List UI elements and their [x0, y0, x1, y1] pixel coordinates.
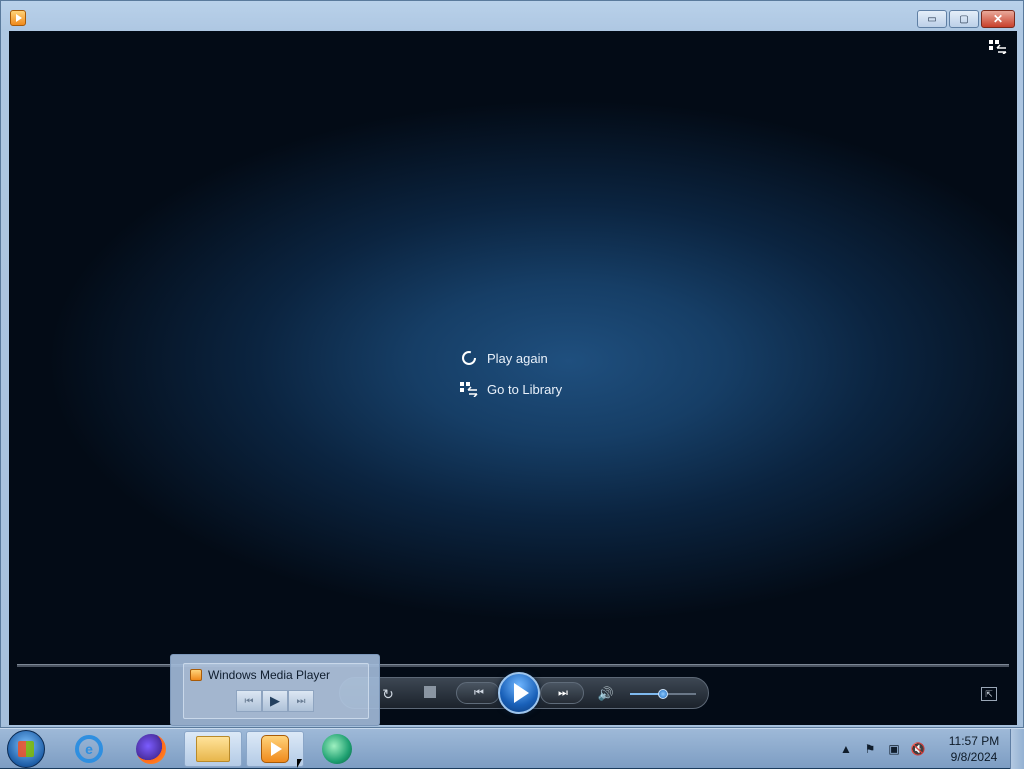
volume-thumb[interactable]	[658, 689, 668, 699]
taskbar-thumbnail-preview[interactable]: Windows Media Player ⏮ ▶ ⏭	[170, 654, 380, 726]
previous-button[interactable]: ⏮	[456, 682, 500, 704]
clock-date: 9/8/2024	[950, 750, 998, 764]
wmp-mini-icon	[190, 669, 202, 681]
volume-muted-icon[interactable]: 🔇	[910, 741, 926, 757]
repeat-button[interactable]: ↻	[378, 684, 398, 704]
stop-button[interactable]	[424, 686, 436, 698]
show-desktop-button[interactable]	[1010, 729, 1024, 769]
app-icon	[322, 734, 352, 764]
media-player-window: ▭ ▢ ✕ Play again Go to Library ↻ ⏮ ⏭ 🔊 ⇱	[0, 0, 1024, 728]
next-button[interactable]: ⏭	[540, 682, 584, 704]
window-controls: ▭ ▢ ✕	[915, 10, 1015, 28]
maximize-button[interactable]: ▢	[949, 10, 979, 28]
now-playing-area[interactable]: Play again Go to Library ↻ ⏮ ⏭ 🔊 ⇱	[9, 31, 1017, 725]
action-center-flag-icon[interactable]: ⚑	[862, 741, 878, 757]
clock-time: 11:57 PM	[948, 734, 1000, 748]
thumbnail-title-text: Windows Media Player	[208, 668, 331, 682]
minimize-button[interactable]: ▭	[917, 10, 947, 28]
mouse-cursor	[297, 759, 302, 768]
taskbar-other-app[interactable]	[308, 731, 366, 767]
go-to-library-label: Go to Library	[487, 381, 563, 397]
wmp-app-icon[interactable]	[10, 10, 26, 26]
taskbar-file-explorer[interactable]	[184, 731, 242, 767]
seek-bar[interactable]	[17, 664, 1009, 667]
close-button[interactable]: ✕	[981, 10, 1015, 28]
clock[interactable]: 11:57 PM 9/8/2024	[938, 733, 1010, 765]
playback-controls: ↻ ⏮ ⏭ 🔊	[339, 672, 709, 714]
firefox-icon	[136, 734, 166, 764]
play-again-label: Play again	[487, 350, 548, 366]
replay-icon	[459, 349, 479, 367]
play-icon	[513, 683, 529, 703]
library-icon	[459, 380, 479, 398]
mute-button[interactable]: 🔊	[596, 684, 616, 704]
play-button[interactable]	[498, 672, 540, 714]
taskbar: e ▲ ⚑ ▣ 🔇 11:57 PM 9/8/2024	[0, 728, 1024, 769]
thumbnail-content: Windows Media Player ⏮ ▶ ⏭	[183, 663, 369, 719]
thumbnail-toolbar: ⏮ ▶ ⏭	[236, 690, 314, 712]
taskbar-internet-explorer[interactable]: e	[60, 731, 118, 767]
internet-explorer-icon: e	[75, 735, 103, 763]
folder-icon	[196, 736, 230, 762]
title-bar[interactable]: ▭ ▢ ✕	[1, 1, 1023, 31]
start-button[interactable]	[7, 730, 45, 768]
network-icon[interactable]: ▣	[886, 741, 902, 757]
windows-media-player-icon	[261, 735, 289, 763]
play-again-option[interactable]: Play again	[459, 347, 562, 369]
switch-to-library-icon[interactable]	[989, 40, 1007, 55]
taskbar-firefox[interactable]	[122, 731, 180, 767]
end-of-playback-menu: Play again Go to Library	[459, 347, 562, 409]
go-to-library-option[interactable]: Go to Library	[459, 378, 562, 400]
thumb-play-button[interactable]: ▶	[262, 690, 288, 712]
taskbar-windows-media-player[interactable]	[246, 731, 304, 767]
volume-slider[interactable]	[630, 689, 696, 699]
show-hidden-icons[interactable]: ▲	[838, 741, 854, 757]
thumb-previous-button[interactable]: ⏮	[236, 690, 262, 712]
thumbnail-title: Windows Media Player	[190, 668, 330, 682]
system-tray: ▲ ⚑ ▣ 🔇 11:57 PM 9/8/2024	[834, 729, 1024, 769]
fullscreen-icon[interactable]: ⇱	[981, 687, 997, 701]
thumb-next-button[interactable]: ⏭	[288, 690, 314, 712]
